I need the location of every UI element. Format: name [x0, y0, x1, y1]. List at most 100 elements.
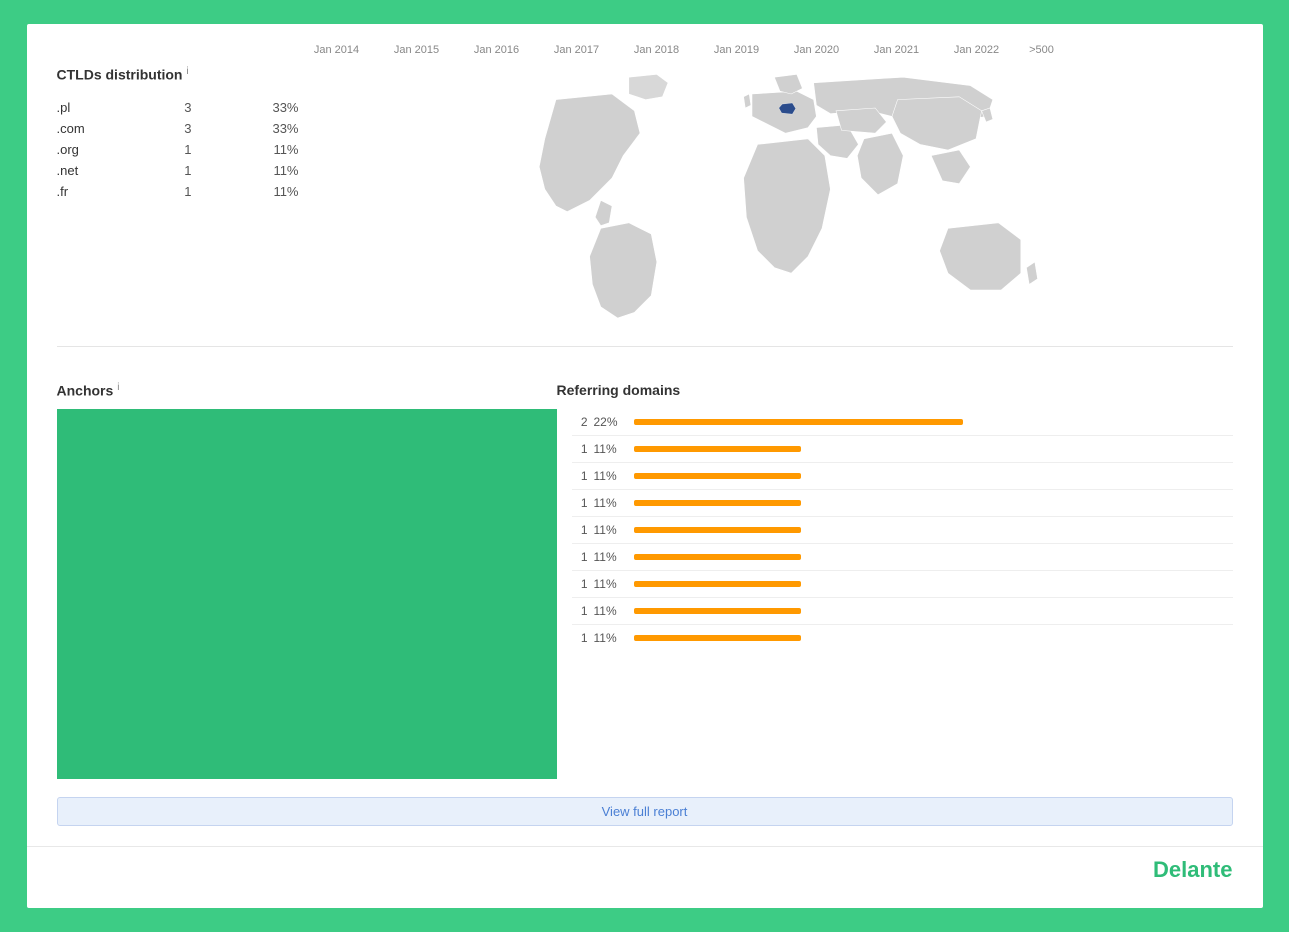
bar-count: 1 — [572, 631, 588, 645]
anchors-green-box — [57, 409, 557, 779]
anchors-title-text: Anchors — [57, 383, 114, 399]
referring-bars: 2 22% 1 11% 1 11% 1 11% 1 11% — [557, 409, 1233, 779]
bar-track — [634, 446, 1233, 452]
bar-fill — [634, 635, 802, 641]
bar-count: 1 — [572, 442, 588, 456]
bar-fill — [634, 473, 802, 479]
bar-row: 1 11% — [572, 625, 1233, 651]
timeline-label-0: Jan 2014 — [297, 44, 377, 56]
bar-count: 1 — [572, 469, 588, 483]
bar-pct: 11% — [594, 631, 626, 645]
bar-row: 1 11% — [572, 463, 1233, 490]
ctlds-pct: 11% — [223, 181, 306, 202]
anchors-section: Anchors i Referring domains 2 22% 1 11% — [27, 362, 1263, 779]
world-map-svg — [327, 66, 1233, 346]
timeline-label-6: Jan 2020 — [777, 44, 857, 56]
world-map — [327, 66, 1233, 346]
bar-fill — [634, 527, 802, 533]
ctlds-tld: .net — [57, 160, 161, 181]
content-area: CTLDs distribution i .pl 3 33% .com 3 33… — [27, 66, 1263, 346]
ctlds-count: 1 — [161, 139, 224, 160]
ctlds-count: 1 — [161, 160, 224, 181]
divider — [57, 346, 1233, 347]
anchors-body: 2 22% 1 11% 1 11% 1 11% 1 11% — [57, 409, 1233, 779]
bar-track — [634, 608, 1233, 614]
delante-logo: Delante — [1153, 857, 1232, 883]
bar-pct: 11% — [594, 496, 626, 510]
bar-count: 1 — [572, 550, 588, 564]
bar-track — [634, 473, 1233, 479]
ctlds-count: 3 — [161, 97, 224, 118]
bar-row: 1 11% — [572, 544, 1233, 571]
bar-fill — [634, 419, 963, 425]
ctlds-table: .pl 3 33% .com 3 33% .org 1 11% .net 1 1… — [57, 97, 307, 202]
bar-track — [634, 554, 1233, 560]
ctlds-pct: 33% — [223, 118, 306, 139]
ctlds-title: CTLDs distribution i — [57, 66, 307, 83]
bar-row: 1 11% — [572, 571, 1233, 598]
ctlds-row: .pl 3 33% — [57, 97, 307, 118]
bar-pct: 11% — [594, 550, 626, 564]
timeline-label-4: Jan 2018 — [617, 44, 697, 56]
bar-count: 2 — [572, 415, 588, 429]
bar-track — [634, 581, 1233, 587]
bar-row: 1 11% — [572, 598, 1233, 625]
bar-pct: 11% — [594, 577, 626, 591]
bar-fill — [634, 500, 802, 506]
bar-track — [634, 419, 1233, 425]
bar-fill — [634, 554, 802, 560]
ctlds-tld: .org — [57, 139, 161, 160]
bar-pct: 22% — [594, 415, 626, 429]
bar-fill — [634, 581, 802, 587]
ctlds-panel: CTLDs distribution i .pl 3 33% .com 3 33… — [57, 66, 327, 346]
ctlds-row: .org 1 11% — [57, 139, 307, 160]
ctlds-row: .net 1 11% — [57, 160, 307, 181]
footer: Delante — [27, 846, 1263, 888]
outer-border: Jan 2014 Jan 2015 Jan 2016 Jan 2017 Jan … — [15, 12, 1275, 920]
ctlds-tld: .fr — [57, 181, 161, 202]
bar-track — [634, 500, 1233, 506]
bar-count: 1 — [572, 604, 588, 618]
ctlds-pct: 11% — [223, 139, 306, 160]
logo-text: elante — [1169, 857, 1233, 882]
bar-count: 1 — [572, 577, 588, 591]
timeline-label-1: Jan 2015 — [377, 44, 457, 56]
anchors-title: Anchors i — [57, 382, 557, 399]
ctlds-row: .com 3 33% — [57, 118, 307, 139]
anchors-info-icon: i — [117, 382, 119, 393]
ctlds-pct: 11% — [223, 160, 306, 181]
ctlds-tld: .com — [57, 118, 161, 139]
referring-title: Referring domains — [557, 382, 1233, 398]
ctlds-title-text: CTLDs distribution — [57, 67, 183, 83]
bar-fill — [634, 446, 802, 452]
bar-row: 1 11% — [572, 490, 1233, 517]
logo-highlight: D — [1153, 857, 1169, 882]
timeline-label-7: Jan 2021 — [857, 44, 937, 56]
view-full-report-button[interactable]: View full report — [57, 797, 1233, 826]
ctlds-row: .fr 1 11% — [57, 181, 307, 202]
timeline-label-8: Jan 2022 — [937, 44, 1017, 56]
ctlds-count: 1 — [161, 181, 224, 202]
bar-pct: 11% — [594, 604, 626, 618]
ctlds-tld: .pl — [57, 97, 161, 118]
timeline-label-9: >500 — [1017, 44, 1067, 56]
bar-count: 1 — [572, 523, 588, 537]
anchors-header: Anchors i Referring domains — [57, 382, 1233, 399]
bar-track — [634, 635, 1233, 641]
bar-pct: 11% — [594, 442, 626, 456]
timeline-axis: Jan 2014 Jan 2015 Jan 2016 Jan 2017 Jan … — [27, 44, 1263, 66]
map-panel — [327, 66, 1233, 346]
bar-count: 1 — [572, 496, 588, 510]
timeline-label-3: Jan 2017 — [537, 44, 617, 56]
bar-fill — [634, 608, 802, 614]
timeline-label-5: Jan 2019 — [697, 44, 777, 56]
main-card: Jan 2014 Jan 2015 Jan 2016 Jan 2017 Jan … — [27, 24, 1263, 908]
bar-track — [634, 527, 1233, 533]
bar-pct: 11% — [594, 523, 626, 537]
ctlds-pct: 33% — [223, 97, 306, 118]
ctlds-info-icon: i — [186, 66, 188, 77]
timeline-label-2: Jan 2016 — [457, 44, 537, 56]
bar-pct: 11% — [594, 469, 626, 483]
bar-row: 1 11% — [572, 517, 1233, 544]
ctlds-count: 3 — [161, 118, 224, 139]
